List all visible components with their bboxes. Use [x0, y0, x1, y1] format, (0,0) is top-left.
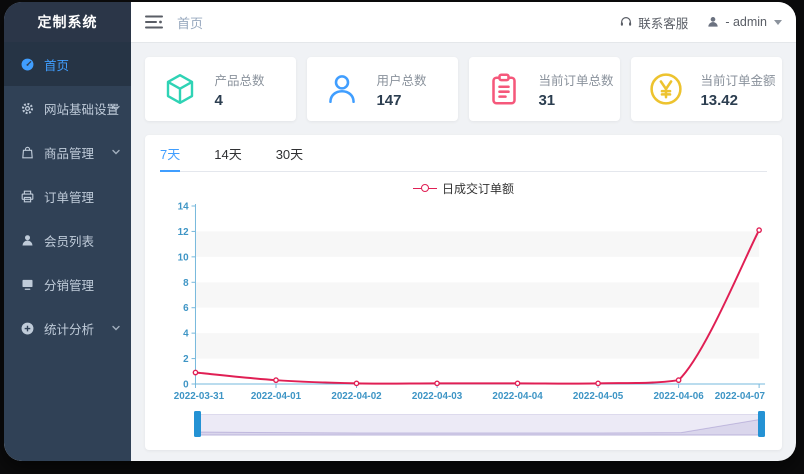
data-point[interactable]: [193, 370, 197, 374]
y-axis-tick-label: 14: [178, 201, 189, 212]
stat-card-2: 当前订单总数 31: [469, 57, 620, 121]
x-axis-tick-label: 2022-04-05: [573, 391, 624, 402]
device-icon: [20, 277, 35, 292]
x-axis-tick-label: 2022-04-06: [653, 391, 704, 402]
line-chart: 0 2 4 6 8 10 12 14 2022-03-31 2022-04-01 2022-04-0…: [160, 198, 767, 410]
user-avatar-icon: [706, 15, 720, 29]
chevron-down-icon: [111, 147, 121, 157]
stat-value: 13.42: [700, 92, 775, 109]
datazoom-left-handle[interactable]: [194, 411, 201, 437]
stat-label: 当前订单金额: [700, 70, 775, 89]
stat-value: 147: [376, 92, 426, 109]
sidebar-item-0[interactable]: 首页: [4, 42, 131, 86]
datazoom-right-handle[interactable]: [758, 411, 765, 437]
user-menu[interactable]: - admin: [706, 15, 782, 29]
legend-line-marker: [413, 184, 437, 192]
member-icon: [20, 233, 35, 248]
data-point[interactable]: [676, 378, 680, 382]
y-axis-tick-label: 0: [183, 379, 189, 390]
data-point[interactable]: [515, 381, 519, 385]
user-name-label: - admin: [725, 15, 767, 29]
sidebar-item-label: 订单管理: [44, 187, 94, 206]
y-axis-tick-label: 4: [183, 329, 189, 340]
datazoom-slider[interactable]: [196, 414, 763, 436]
dashboard-icon: [20, 57, 35, 72]
stat-card-1: 用户总数 147: [307, 57, 458, 121]
sidebar-item-label: 会员列表: [44, 231, 94, 250]
data-point[interactable]: [435, 381, 439, 385]
y-axis-tick-label: 6: [183, 303, 189, 314]
stat-value: 4: [214, 92, 264, 109]
sidebar-item-6[interactable]: 统计分析: [4, 306, 131, 350]
stat-label: 当前订单总数: [538, 70, 613, 89]
page-content: 产品总数 4 用户总数 147 当前订单总数 31 当前订单金额 13.42 7天 14天 30天…: [131, 43, 796, 461]
x-axis-tick-label: 2022-03-31: [174, 391, 225, 402]
tab-30天[interactable]: 30天: [276, 135, 303, 171]
data-point[interactable]: [757, 228, 761, 232]
app-title: 定制系统: [4, 2, 131, 42]
clipboard-icon: [469, 71, 538, 107]
stat-label: 产品总数: [214, 70, 264, 89]
sidebar-item-label: 统计分析: [44, 319, 94, 338]
stat-card-0: 产品总数 4: [145, 57, 296, 121]
user-icon: [307, 71, 376, 107]
x-axis-tick-label: 2022-04-07: [715, 391, 766, 402]
sidebar-menu: 首页网站基础设置商品管理订单管理会员列表分销管理统计分析: [4, 42, 131, 461]
app-window: 定制系统 首页网站基础设置商品管理订单管理会员列表分销管理统计分析 首页: [4, 2, 796, 461]
range-tabs: 7天 14天 30天: [160, 135, 767, 172]
stats-icon: [20, 321, 35, 336]
stat-label: 用户总数: [376, 70, 426, 89]
breadcrumb: 首页: [177, 13, 203, 32]
sidebar-toggle-icon[interactable]: [145, 14, 163, 30]
sidebar-item-label: 网站基础设置: [44, 99, 119, 118]
chart-card: 7天 14天 30天 日成交订单额 0 2 4 6 8 10 12 14 2022-03-31 202…: [145, 135, 782, 450]
sidebar-item-label: 商品管理: [44, 143, 94, 162]
chevron-down-icon: [111, 103, 121, 113]
data-point[interactable]: [596, 381, 600, 385]
sidebar-item-1[interactable]: 网站基础设置: [4, 86, 131, 130]
y-axis-tick-label: 10: [178, 252, 189, 263]
sidebar-item-3[interactable]: 订单管理: [4, 174, 131, 218]
main-area: 首页 联系客服 - admin: [131, 2, 796, 461]
tab-7天[interactable]: 7天: [160, 135, 180, 171]
data-point[interactable]: [354, 381, 358, 385]
y-axis-tick-label: 12: [178, 227, 189, 238]
chevron-down-icon: [774, 20, 782, 25]
chart-legend[interactable]: 日成交订单额: [160, 178, 767, 198]
stat-text: 当前订单金额 13.42: [700, 70, 775, 109]
printer-icon: [20, 189, 35, 204]
x-axis-tick-label: 2022-04-01: [251, 391, 302, 402]
sidebar-item-4[interactable]: 会员列表: [4, 218, 131, 262]
tab-14天[interactable]: 14天: [214, 135, 241, 171]
yen-icon: [631, 71, 700, 107]
chevron-down-icon: [111, 323, 121, 333]
sidebar-item-label: 首页: [44, 55, 69, 74]
stat-text: 产品总数 4: [214, 70, 264, 109]
legend-label: 日成交订单额: [442, 180, 514, 197]
stat-text: 用户总数 147: [376, 70, 426, 109]
x-axis-tick-label: 2022-04-03: [412, 391, 463, 402]
x-axis-tick-label: 2022-04-02: [331, 391, 382, 402]
topbar-right: 联系客服 - admin: [619, 13, 782, 32]
bag-icon: [20, 145, 35, 160]
y-axis-tick-label: 8: [183, 278, 189, 289]
stat-text: 当前订单总数 31: [538, 70, 613, 109]
sidebar-item-label: 分销管理: [44, 275, 94, 294]
contact-support-button[interactable]: 联系客服: [619, 13, 688, 32]
top-navbar: 首页 联系客服 - admin: [131, 2, 796, 43]
sidebar-item-2[interactable]: 商品管理: [4, 130, 131, 174]
stat-card-3: 当前订单金额 13.42: [631, 57, 782, 121]
y-axis-tick-label: 2: [183, 354, 189, 365]
x-axis-tick-label: 2022-04-04: [492, 391, 543, 402]
stat-value: 31: [538, 92, 613, 109]
contact-support-label: 联系客服: [638, 13, 688, 32]
headset-icon: [619, 15, 633, 29]
sidebar: 定制系统 首页网站基础设置商品管理订单管理会员列表分销管理统计分析: [4, 2, 131, 461]
stat-cards-row: 产品总数 4 用户总数 147 当前订单总数 31 当前订单金额 13.42: [145, 57, 782, 121]
cube-icon: [145, 71, 214, 107]
sidebar-item-5[interactable]: 分销管理: [4, 262, 131, 306]
gear-icon: [20, 101, 35, 116]
data-point[interactable]: [274, 378, 278, 382]
